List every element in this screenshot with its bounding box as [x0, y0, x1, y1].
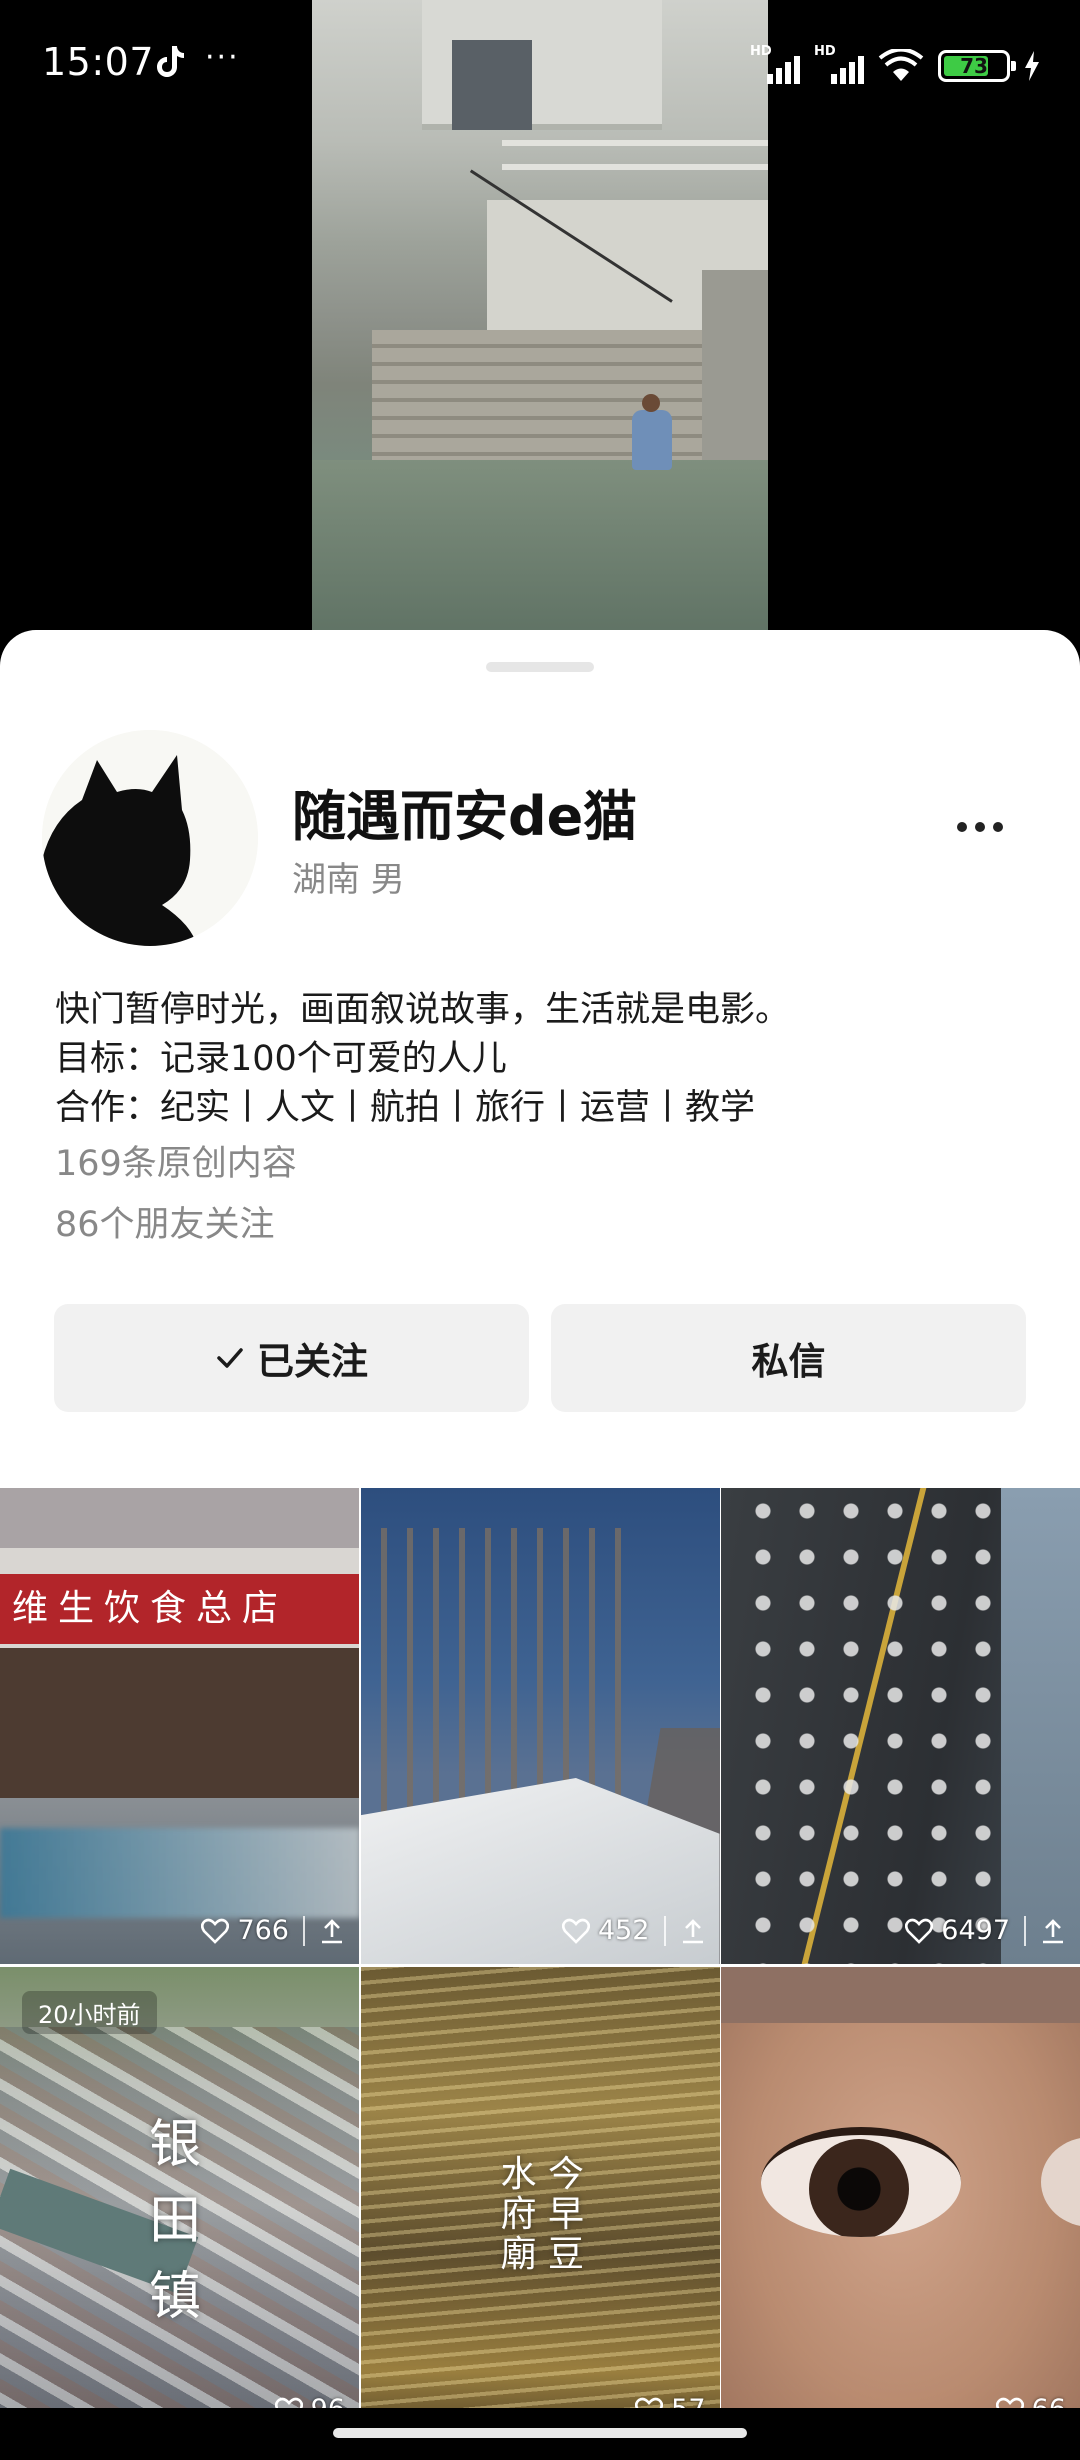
dot-icon: [975, 822, 985, 832]
message-label: 私信: [751, 1340, 826, 1383]
like-count: 452: [597, 1915, 650, 1946]
message-button[interactable]: 私信: [551, 1304, 1026, 1412]
tile-stats: 6497: [905, 1915, 1066, 1946]
video-tile[interactable]: 维生饮食总店 766: [0, 1488, 359, 1964]
share-icon[interactable]: [319, 1917, 345, 1945]
heart-icon: [905, 1918, 934, 1944]
bio-line: 快门暂停时光，画面叙说故事，生活就是电影。: [55, 990, 791, 1030]
drag-handle[interactable]: [486, 662, 594, 672]
status-right: HD HD 73: [750, 44, 1040, 86]
bio: 快门暂停时光，画面叙说故事，生活就是电影。 目标：记录100个可爱的人儿 合作：…: [55, 986, 1035, 1255]
video-title: 银 田 镇: [148, 2115, 201, 2327]
tile-stats: 452: [561, 1915, 706, 1946]
dot-icon: [993, 822, 1003, 832]
video-tile[interactable]: 水 今 府 早 廟 豆 57: [360, 1967, 720, 2443]
user-name: 随遇而安de猫: [292, 785, 638, 848]
more-options-button[interactable]: [940, 802, 1020, 852]
video-tile[interactable]: 6497: [721, 1488, 1080, 1964]
status-time: 15:07: [42, 40, 155, 84]
heart-icon: [201, 1918, 230, 1944]
time-badge: 20小时前: [22, 1991, 157, 2034]
check-icon: [217, 1348, 243, 1368]
avatar[interactable]: [42, 730, 258, 946]
charging-icon: [1025, 51, 1039, 81]
status-more-icon: ···: [205, 40, 240, 75]
bio-line: 目标：记录100个可爱的人儿: [55, 1039, 507, 1079]
video-tile[interactable]: 20小时前 银 田 镇 96: [0, 1967, 359, 2443]
heart-icon: [561, 1918, 590, 1944]
dot-icon: [957, 822, 967, 832]
action-buttons: 已关注 私信: [54, 1304, 1026, 1412]
friends-following[interactable]: 86个朋友关注: [55, 1195, 1035, 1255]
share-icon[interactable]: [680, 1917, 706, 1945]
wifi-icon: [878, 49, 924, 81]
following-label: 已关注: [257, 1340, 368, 1383]
video-tile[interactable]: 66: [721, 1967, 1080, 2443]
following-button[interactable]: 已关注: [54, 1304, 529, 1412]
signal-icon-2: HD: [814, 44, 864, 84]
original-content-count[interactable]: 169条原创内容: [55, 1133, 1035, 1195]
signal-icon: HD: [750, 44, 800, 84]
battery-icon: 73: [938, 50, 1016, 82]
video-tile[interactable]: 452: [360, 1488, 720, 1964]
tiktok-icon: [155, 44, 187, 80]
like-count: 6497: [941, 1915, 1010, 1946]
video-grid: 维生饮食总店 766 452 6497 20小时前 银 田 镇 水 今 府 早 …: [0, 1488, 1080, 2443]
home-indicator[interactable]: [333, 2428, 747, 2438]
like-count: 766: [237, 1915, 289, 1946]
video-title: 水 今 府 早 廟 豆: [500, 2154, 584, 2275]
share-icon[interactable]: [1040, 1917, 1066, 1945]
status-bar: 15:07 ··· HD HD 73: [0, 0, 1080, 130]
bio-line: 合作：纪实丨人文丨航拍丨旅行丨运营丨教学: [55, 1088, 756, 1128]
shop-sign: 维生饮食总店: [0, 1574, 359, 1644]
user-location-gender: 湖南 男: [292, 860, 405, 900]
tile-stats: 766: [201, 1915, 345, 1946]
